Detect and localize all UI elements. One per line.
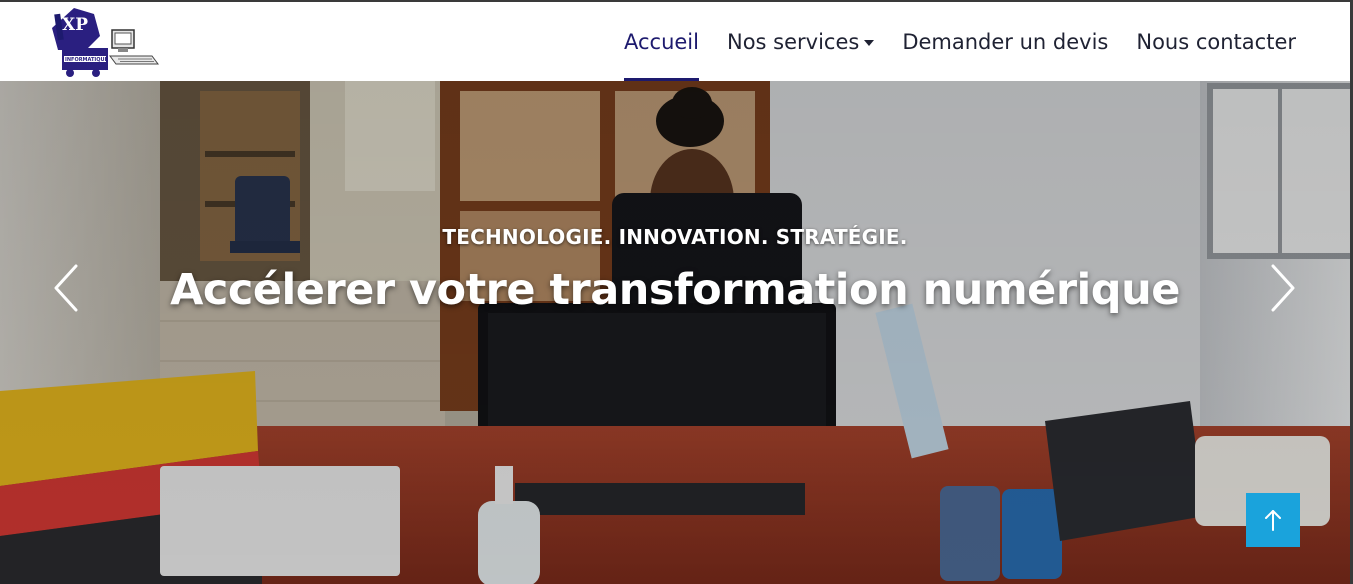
chevron-right-icon [1271,264,1295,312]
nav-item-label: Accueil [623,29,699,54]
top-navbar: XP INFORMATIQUE Accueil Nos services Dem… [0,2,1350,81]
caret-down-icon [864,39,875,46]
carousel-next-button[interactable] [1267,264,1297,312]
hero-tagline: TECHNOLOGIE. INNOVATION. STRATÉGIE. [442,225,908,249]
carousel-prev-button[interactable] [52,264,82,312]
nav-item-label: Demander un devis [902,29,1109,54]
nav-item-nous-contacter[interactable]: Nous contacter [1136,2,1296,81]
brand-logo[interactable]: XP INFORMATIQUE [52,6,160,78]
nav-item-label: Nos services [726,29,860,54]
nav-item-nos-services[interactable]: Nos services [726,2,875,81]
hero-headline: Accélerer votre transformation numérique [170,265,1180,315]
arrow-up-icon [1265,510,1281,531]
nav-item-demander-un-devis[interactable]: Demander un devis [902,2,1108,81]
back-to-top-button[interactable] [1246,493,1300,547]
svg-text:INFORMATIQUE: INFORMATIQUE [65,57,109,63]
browser-viewport: XP INFORMATIQUE Accueil Nos services Dem… [0,0,1353,584]
hero-carousel: TECHNOLOGIE. INNOVATION. STRATÉGIE. Accé… [0,81,1350,584]
hero-background-photo [0,81,1350,584]
nav-item-accueil[interactable]: Accueil [623,2,699,81]
nav-item-label: Nous contacter [1136,29,1296,54]
svg-text:XP: XP [62,15,88,35]
main-navigation: Accueil Nos services Demander un devis N… [596,2,1296,81]
chevron-left-icon [54,264,78,312]
